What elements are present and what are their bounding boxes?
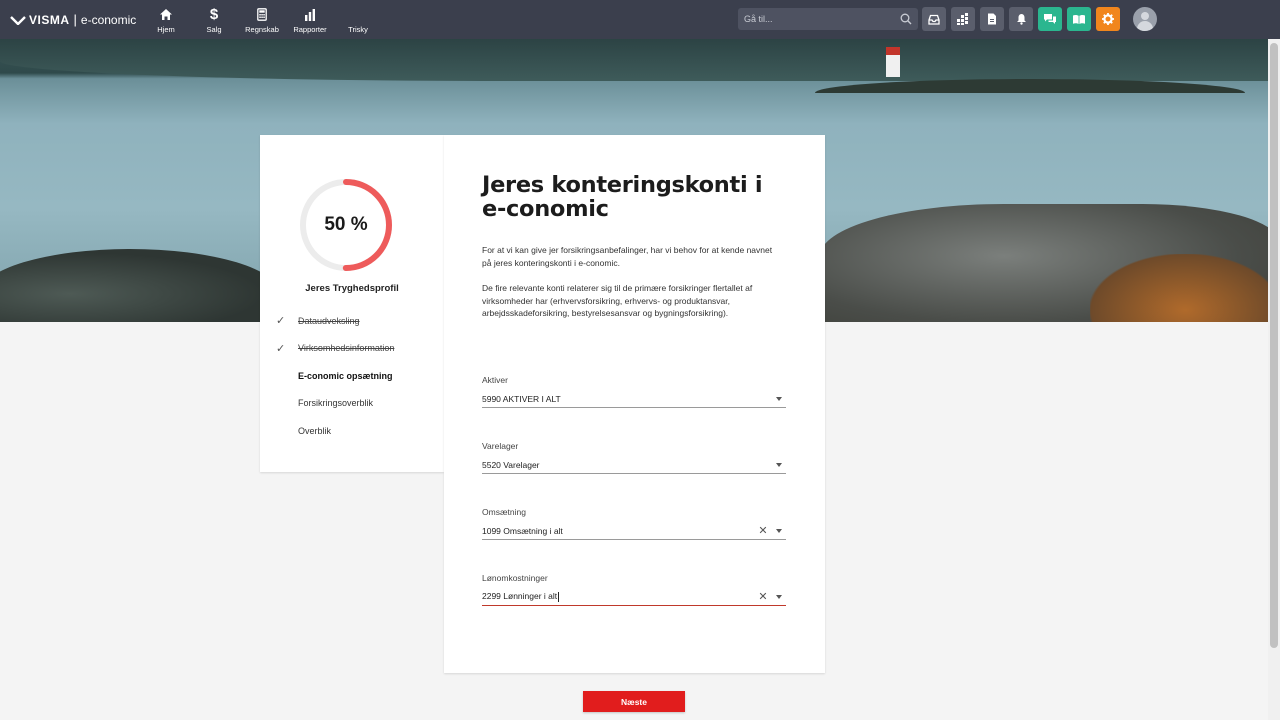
search-input[interactable] bbox=[744, 14, 900, 24]
clear-icon[interactable]: ✕ bbox=[756, 524, 770, 537]
nav-label: Salg bbox=[206, 24, 222, 34]
account-setup-card: Jeres konteringskonti i e-conomic For at… bbox=[444, 135, 825, 673]
nav-label: Trisky bbox=[348, 24, 368, 34]
caret-down-icon[interactable] bbox=[776, 396, 782, 401]
loenomkostninger-select[interactable]: 2299 Lønninger i alt ✕ bbox=[482, 588, 786, 606]
step-label: Forsikringsoverblik bbox=[298, 398, 374, 409]
logo-name: e-conomic bbox=[80, 12, 137, 27]
dollar-icon: $ bbox=[209, 6, 219, 23]
omsaetning-field: Omsætning 1099 Omsætning i alt ✕ bbox=[482, 507, 786, 540]
home-icon bbox=[159, 6, 173, 24]
help-book-button[interactable] bbox=[1067, 7, 1091, 31]
lighthouse-graphic bbox=[886, 47, 900, 77]
bell-icon bbox=[1016, 14, 1026, 25]
field-value: 5520 Varelager bbox=[482, 459, 540, 470]
varelager-select[interactable]: 5520 Varelager bbox=[482, 456, 786, 474]
step-label: Dataudveksling bbox=[298, 315, 360, 326]
varelager-field: Varelager 5520 Varelager bbox=[482, 441, 786, 474]
info-paragraph: De fire relevante konti relaterer sig ti… bbox=[482, 283, 753, 319]
nav-label: Hjem bbox=[157, 24, 175, 34]
main-nav: Hjem $ Salg Regnskab Rapporter Trisky bbox=[142, 6, 382, 34]
progress-percent: 50 % bbox=[324, 214, 368, 235]
logo-separator: | bbox=[73, 12, 77, 27]
omsaetning-select[interactable]: 1099 Omsætning i alt ✕ bbox=[482, 522, 786, 540]
notifications-button[interactable] bbox=[1009, 7, 1033, 31]
step-virksomhedsinformation[interactable]: ✓ Virksomhedsinformation bbox=[276, 335, 394, 363]
step-label: Overblik bbox=[298, 425, 332, 436]
bar-chart-icon bbox=[304, 6, 316, 24]
book-icon bbox=[1073, 14, 1085, 24]
field-label: Lønomkostninger bbox=[482, 573, 548, 583]
document-button[interactable] bbox=[980, 7, 1004, 31]
gear-icon bbox=[1102, 13, 1114, 25]
calculator-icon bbox=[257, 6, 267, 24]
chat-icon bbox=[1044, 14, 1056, 24]
field-value: 2299 Lønninger i alt bbox=[482, 591, 558, 602]
next-button[interactable]: Næste bbox=[583, 691, 685, 712]
step-economic-opsaetning[interactable]: E-conomic opsætning bbox=[276, 362, 394, 390]
step-forsikringsoverblik[interactable]: Forsikringsoverblik bbox=[276, 390, 394, 418]
step-label: Virksomhedsinformation bbox=[298, 343, 395, 354]
aktiver-field: Aktiver 5990 AKTIVER I ALT bbox=[482, 375, 786, 408]
profile-title: Jeres Tryghedsprofil bbox=[305, 283, 399, 294]
scrollbar-thumb[interactable] bbox=[1270, 43, 1278, 648]
field-value: 5990 AKTIVER I ALT bbox=[482, 393, 561, 404]
top-navigation-bar: VISMA | e-conomic Hjem $ Salg Regnskab R… bbox=[0, 0, 1280, 39]
clear-icon[interactable]: ✕ bbox=[756, 590, 770, 603]
step-overblik[interactable]: Overblik bbox=[276, 417, 394, 445]
intro-paragraph: For at vi kan give jer forsikringsanbefa… bbox=[482, 245, 773, 268]
field-label: Aktiver bbox=[482, 375, 508, 385]
user-avatar[interactable] bbox=[1133, 7, 1157, 31]
nav-item-salg[interactable]: $ Salg bbox=[190, 6, 238, 34]
field-value: 1099 Omsætning i alt bbox=[482, 525, 563, 536]
caret-down-icon[interactable] bbox=[776, 594, 782, 599]
chat-button[interactable] bbox=[1038, 7, 1062, 31]
step-dataudveksling[interactable]: ✓ Dataudveksling bbox=[276, 307, 394, 335]
apps-icon bbox=[957, 13, 968, 25]
text-cursor bbox=[558, 591, 560, 602]
nav-label: Rapporter bbox=[293, 24, 327, 34]
nav-label: Regnskab bbox=[245, 24, 279, 34]
visma-swoosh-icon bbox=[10, 15, 26, 25]
settings-button[interactable] bbox=[1096, 7, 1120, 31]
caret-down-icon[interactable] bbox=[776, 462, 782, 467]
check-icon: ✓ bbox=[276, 315, 286, 328]
nav-item-rapporter[interactable]: Rapporter bbox=[286, 6, 334, 34]
inbox-button[interactable] bbox=[922, 7, 946, 31]
apps-button[interactable] bbox=[951, 7, 975, 31]
inbox-icon bbox=[928, 14, 940, 25]
nav-item-trisky[interactable]: Trisky bbox=[334, 6, 382, 34]
goto-search[interactable] bbox=[738, 8, 918, 30]
page-title: Jeres konteringskonti i e-conomic bbox=[482, 172, 763, 222]
check-icon: ✓ bbox=[276, 342, 286, 355]
page-scrollbar[interactable] bbox=[1268, 39, 1280, 720]
caret-down-icon[interactable] bbox=[776, 528, 782, 533]
toolbar-icons bbox=[922, 7, 1125, 31]
nav-item-regnskab[interactable]: Regnskab bbox=[238, 6, 286, 34]
nav-item-hjem[interactable]: Hjem bbox=[142, 6, 190, 34]
search-icon[interactable] bbox=[900, 13, 912, 25]
progress-sidebar-card: 50 % Jeres Tryghedsprofil ✓ Dataudveksli… bbox=[260, 135, 444, 472]
document-icon bbox=[988, 13, 996, 25]
loenomkostninger-field: Lønomkostninger 2299 Lønninger i alt ✕ bbox=[482, 573, 786, 606]
wizard-steps: ✓ Dataudveksling ✓ Virksomhedsinformatio… bbox=[276, 307, 394, 445]
aktiver-select[interactable]: 5990 AKTIVER I ALT bbox=[482, 390, 786, 408]
field-label: Varelager bbox=[482, 441, 519, 451]
step-label: E-conomic opsætning bbox=[298, 370, 393, 381]
visma-economic-logo[interactable]: VISMA | e-conomic bbox=[10, 12, 140, 27]
logo-mark: VISMA bbox=[29, 12, 70, 27]
field-label: Omsætning bbox=[482, 507, 526, 517]
